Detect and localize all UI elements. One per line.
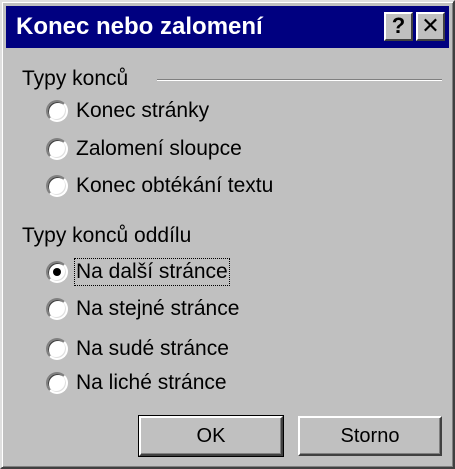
ok-button[interactable]: OK [138, 415, 284, 457]
radio-label: Zalomení sloupce [76, 137, 242, 160]
radio-button[interactable] [46, 175, 68, 197]
radio-button[interactable] [46, 338, 68, 360]
radio-button[interactable] [46, 261, 68, 283]
break-dialog: Konec nebo zalomení ? ✕ Typy konců Konec… [0, 0, 455, 469]
dialog-title: Konec nebo zalomení [16, 13, 263, 40]
radio-label: Na sudé stránce [76, 337, 229, 360]
radio-button[interactable] [46, 100, 68, 122]
cancel-button[interactable]: Storno [298, 416, 442, 456]
section-break-types-label: Typy konců oddílu [22, 224, 192, 247]
radio-label: Na liché stránce [76, 371, 227, 394]
radio-button[interactable] [46, 298, 68, 320]
radio-button[interactable] [46, 138, 68, 160]
radio-button[interactable] [46, 372, 68, 394]
break-types-label: Typy konců [22, 67, 129, 90]
title-bar[interactable]: Konec nebo zalomení ? ✕ [6, 6, 449, 48]
help-button[interactable]: ? [384, 12, 413, 41]
close-button[interactable]: ✕ [416, 12, 445, 41]
radio-label: Na stejné stránce [76, 297, 240, 320]
radio-selected-dot [53, 268, 61, 276]
radio-label: Konec stránky [76, 99, 210, 122]
radio-label: Na další stránce [74, 258, 230, 286]
group-divider [157, 79, 442, 81]
radio-label: Konec obtékání textu [76, 174, 274, 197]
